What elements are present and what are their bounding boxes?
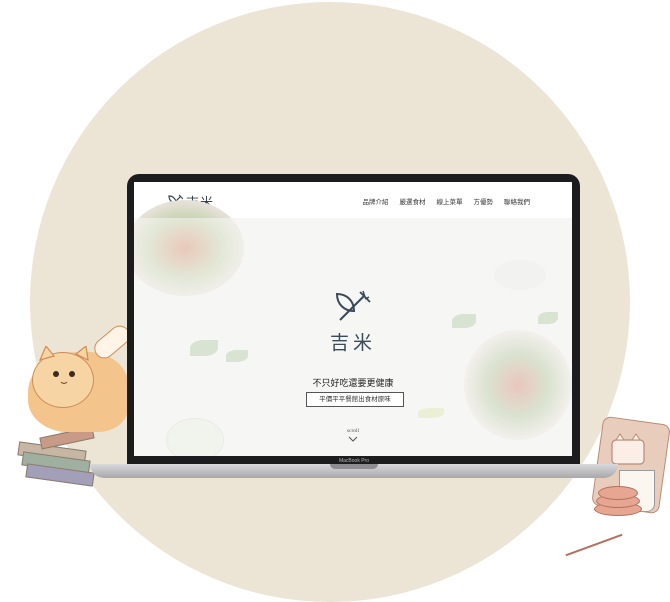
nav-advantages[interactable]: 方優勢 (474, 196, 494, 206)
nav-ingredients[interactable]: 嚴選食材 (400, 196, 426, 206)
hero-brand-name: 吉米 (329, 332, 376, 354)
nav-brand-intro[interactable]: 品牌介紹 (363, 196, 389, 206)
spoon-fork-leaf-logo (335, 290, 371, 321)
chevron-down-icon[interactable] (348, 436, 358, 443)
fork (565, 533, 623, 557)
hero-tagline: 平價平平餐館出食材原味 (306, 392, 404, 407)
hero-slogan: 不只好吃還要更健康 (312, 379, 394, 389)
cat-face (38, 346, 89, 385)
main-nav: 品牌介紹 嚴選食材 線上菜單 方優勢 聯絡我們 (363, 196, 531, 206)
scroll-label[interactable]: scroll (134, 428, 572, 434)
pancake (598, 486, 638, 500)
hero-section: 吉米 不只好吃還要更健康 平價平平餐館出食材原味 scroll (134, 200, 572, 456)
nav-online-menu[interactable]: 線上菜單 (437, 196, 463, 206)
nav-contact[interactable]: 聯絡我們 (504, 196, 530, 206)
laptop-screen: 吉米 品牌介紹 嚴選食材 線上菜單 方優勢 聯絡我們 吉米 不只好吃還要更健康 … (134, 182, 572, 456)
device-brand-label: MacBook Pro (338, 458, 369, 464)
laptop-notch (330, 464, 378, 469)
